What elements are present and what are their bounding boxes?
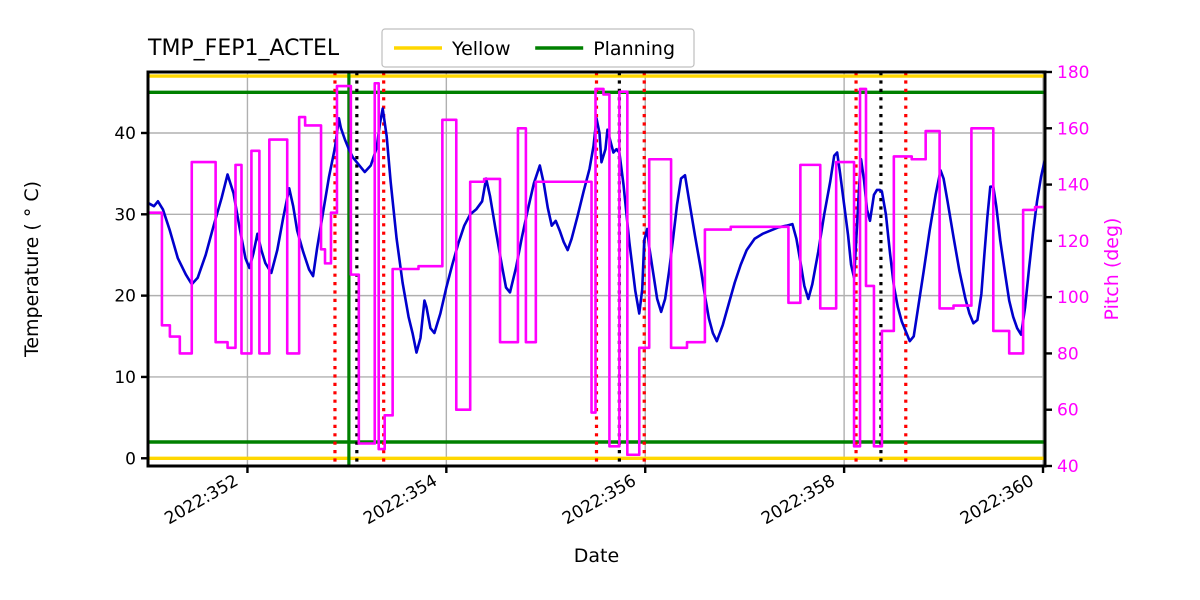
ytick-label-left: 10 [114, 368, 136, 388]
ytick-label-right: 140 [1057, 176, 1089, 196]
ytick-label-left: 20 [114, 287, 136, 307]
chart-title: TMP_FEP1_ACTEL [147, 36, 340, 61]
legend-label-planning: Planning [593, 38, 675, 60]
ytick-label-right: 100 [1057, 288, 1089, 308]
legend-label-yellow: Yellow [451, 38, 511, 60]
ytick-label-right: 40 [1057, 457, 1079, 477]
ytick-label-right: 60 [1057, 401, 1079, 421]
ytick-label-right: 80 [1057, 344, 1079, 364]
ytick-label-right: 160 [1057, 119, 1089, 139]
chart-figure: 0102030404060801001201401601802022:352 20… [0, 0, 1200, 600]
legend: Yellow Planning [381, 28, 695, 68]
ytick-label-left: 0 [125, 449, 136, 469]
xaxis-label: Date [574, 545, 619, 567]
ytick-label-left: 30 [114, 205, 136, 225]
yaxis-label-right: Pitch (deg) [1101, 218, 1123, 321]
ytick-label-left: 40 [114, 124, 136, 144]
yaxis-label-left: Temperature ( ° C) [21, 181, 43, 358]
ytick-label-right: 120 [1057, 232, 1089, 252]
ytick-label-right: 180 [1057, 63, 1089, 83]
